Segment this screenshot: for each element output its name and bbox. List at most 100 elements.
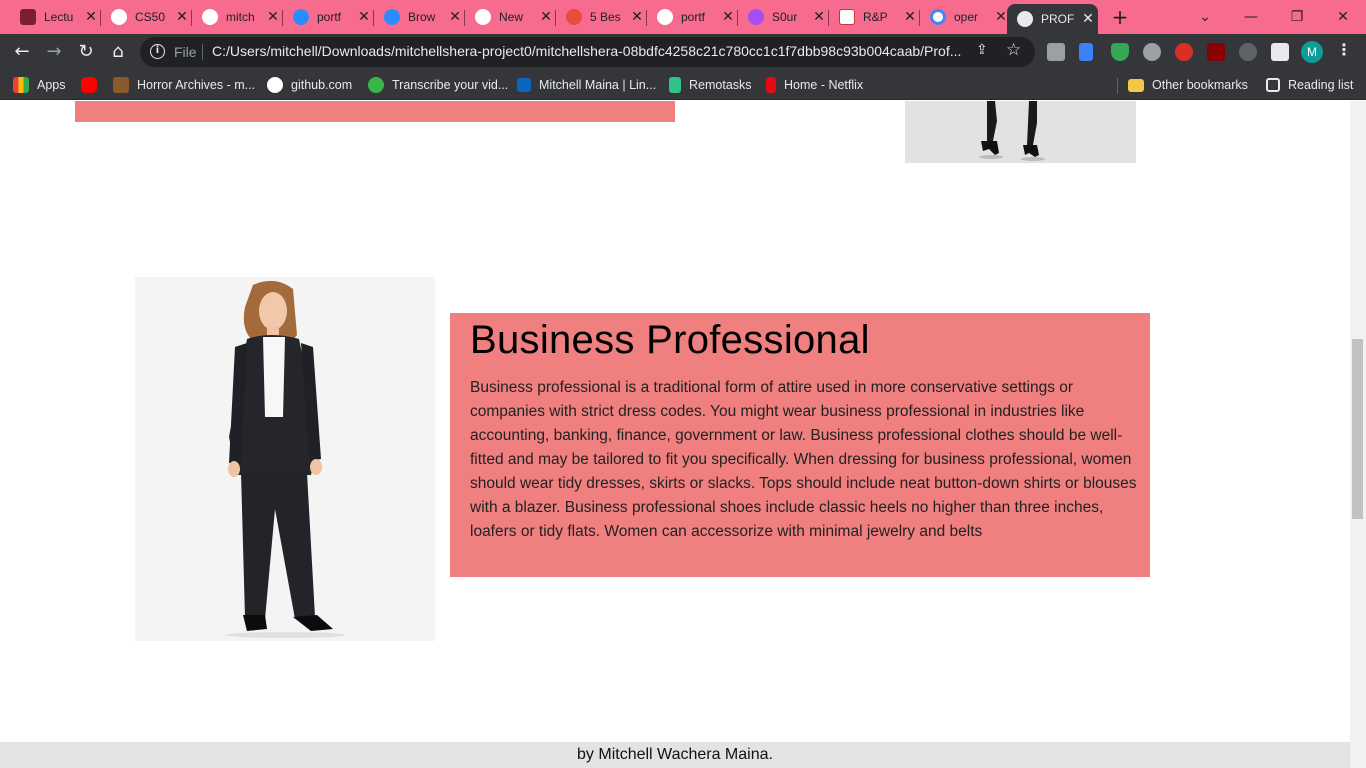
business-professional-photo xyxy=(135,277,435,641)
share-icon[interactable]: ⇪ xyxy=(976,42,988,58)
reload-button[interactable]: ↻ xyxy=(72,38,100,66)
close-icon[interactable]: ✕ xyxy=(354,9,374,25)
tab-professional-active[interactable]: PROF ✕ xyxy=(1007,4,1098,34)
section-description: Business professional is a traditional f… xyxy=(470,379,1137,540)
s-logo-icon xyxy=(566,9,582,25)
close-icon[interactable]: ✕ xyxy=(718,9,738,25)
tab-rp[interactable]: R&P ✕ xyxy=(829,4,920,30)
page-footer: by Mitchell Wachera Maina. xyxy=(0,742,1350,768)
globe-icon xyxy=(1017,11,1033,27)
tab-title: R&P xyxy=(863,10,888,24)
new-tab-button[interactable]: + xyxy=(1108,5,1132,29)
close-icon[interactable]: ✕ xyxy=(445,9,465,25)
home-button[interactable]: ⌂ xyxy=(104,38,132,66)
browser-toolbar: ← → ↻ ⌂ i File C:/Users/mitchell/Downloa… xyxy=(0,34,1366,70)
ublock-origin-icon[interactable] xyxy=(1207,43,1225,61)
bookmark-github[interactable]: github.com xyxy=(267,76,352,94)
university-crest-icon xyxy=(20,9,36,25)
bookmark-reading-list[interactable]: Reading list xyxy=(1266,76,1353,94)
extension-target-icon[interactable] xyxy=(1239,43,1257,61)
tab-canva-portfolio[interactable]: portf ✕ xyxy=(283,4,374,30)
bookmark-horror-archives[interactable]: Horror Archives - m... xyxy=(113,76,255,94)
extension-a-icon[interactable] xyxy=(1143,43,1161,61)
minimize-button[interactable]: — xyxy=(1228,4,1274,30)
bookmark-label: Transcribe your vid... xyxy=(392,78,509,92)
tab-title: PROF xyxy=(1041,12,1075,26)
bookmark-label: Reading list xyxy=(1288,78,1354,92)
forward-button[interactable]: → xyxy=(40,38,68,66)
tab-title: mitch xyxy=(226,10,255,24)
tab-5-best[interactable]: 5 Bes ✕ xyxy=(556,4,647,30)
restore-button[interactable]: ❐ xyxy=(1274,4,1320,30)
netflix-icon xyxy=(766,77,776,93)
linkedin-icon xyxy=(517,78,531,92)
close-window-button[interactable]: ✕ xyxy=(1320,4,1366,30)
url-text[interactable]: C:/Users/mitchell/Downloads/mitchellsher… xyxy=(212,43,972,59)
extension-bolt-icon[interactable] xyxy=(1079,43,1093,61)
close-icon[interactable]: ✕ xyxy=(81,9,101,25)
github-icon xyxy=(267,77,283,93)
youtube-icon xyxy=(81,77,97,93)
profile-avatar[interactable]: M xyxy=(1301,41,1323,63)
tab-s0urce[interactable]: S0ur ✕ xyxy=(738,4,829,30)
google-icon xyxy=(930,9,946,25)
github-icon xyxy=(657,9,673,25)
extension-shield-icon[interactable] xyxy=(1111,43,1129,61)
bookmark-label: Horror Archives - m... xyxy=(137,78,256,92)
bookmark-apps[interactable]: Apps xyxy=(13,76,66,94)
tab-title: oper xyxy=(954,10,979,24)
close-icon[interactable]: ✕ xyxy=(900,9,920,25)
previous-section-card xyxy=(75,101,675,122)
bookmark-other-bookmarks[interactable]: Other bookmarks xyxy=(1128,76,1248,94)
tab-title: New xyxy=(499,10,524,24)
folder-icon xyxy=(1128,78,1144,92)
bookmark-youtube[interactable] xyxy=(81,76,105,94)
close-icon[interactable]: ✕ xyxy=(263,9,283,25)
globe-icon xyxy=(475,9,491,25)
canva-icon xyxy=(293,9,309,25)
apps-grid-icon xyxy=(13,77,29,93)
globe-icon xyxy=(111,9,127,25)
bookmark-label: Home - Netflix xyxy=(784,78,864,92)
tab-new[interactable]: New ✕ xyxy=(465,4,556,30)
tab-google-open[interactable]: oper ✕ xyxy=(920,4,1011,30)
tab-github-mitch[interactable]: mitch ✕ xyxy=(192,4,283,30)
close-icon[interactable]: ✕ xyxy=(1078,11,1098,27)
close-icon[interactable]: ✕ xyxy=(627,9,647,25)
extensions-puzzle-icon[interactable] xyxy=(1271,43,1289,61)
browser-menu-icon[interactable]: ⋮ xyxy=(1334,40,1354,59)
transcribe-icon xyxy=(368,77,384,93)
s0urce-icon xyxy=(748,9,764,25)
canva-icon xyxy=(384,9,400,25)
bookmark-remotasks[interactable]: Remotasks xyxy=(669,76,752,94)
tab-title: portf xyxy=(681,10,706,24)
remotasks-icon xyxy=(669,77,681,93)
tab-title: 5 Bes xyxy=(590,10,621,24)
close-icon[interactable]: ✕ xyxy=(536,9,556,25)
tab-cs50[interactable]: CS50 ✕ xyxy=(101,4,192,30)
address-bar[interactable]: i File C:/Users/mitchell/Downloads/mitch… xyxy=(140,37,1035,67)
close-icon[interactable]: ✕ xyxy=(809,9,829,25)
scheme-label: File xyxy=(174,44,197,60)
rp-logo-icon xyxy=(839,9,855,25)
previous-section-photo xyxy=(905,101,1136,163)
tab-lectures[interactable]: Lectu ✕ xyxy=(10,4,101,30)
bookmark-label: Remotasks xyxy=(689,78,752,92)
extension-screenshot-icon[interactable] xyxy=(1047,43,1065,61)
bookmark-linkedin[interactable]: Mitchell Maina | Lin... xyxy=(517,76,656,94)
bookmark-netflix[interactable]: Home - Netflix xyxy=(766,76,863,94)
tab-canva-browse[interactable]: Brow ✕ xyxy=(374,4,465,30)
back-button[interactable]: ← xyxy=(8,38,36,66)
tab-title: Brow xyxy=(408,10,436,24)
section-heading: Business Professional xyxy=(470,318,870,362)
scrollbar-thumb[interactable] xyxy=(1352,339,1363,519)
extension-hand-icon[interactable] xyxy=(1175,43,1193,61)
tab-search-icon[interactable]: ⌄ xyxy=(1182,4,1228,30)
tab-github-portfolio[interactable]: portf ✕ xyxy=(647,4,738,30)
bookmark-transcribe[interactable]: Transcribe your vid... xyxy=(368,76,508,94)
horror-archives-icon xyxy=(113,77,129,93)
site-info-icon[interactable]: i xyxy=(150,44,165,59)
close-icon[interactable]: ✕ xyxy=(172,9,192,25)
tab-title: portf xyxy=(317,10,342,24)
bookmark-star-icon[interactable]: ☆ xyxy=(1006,40,1021,60)
